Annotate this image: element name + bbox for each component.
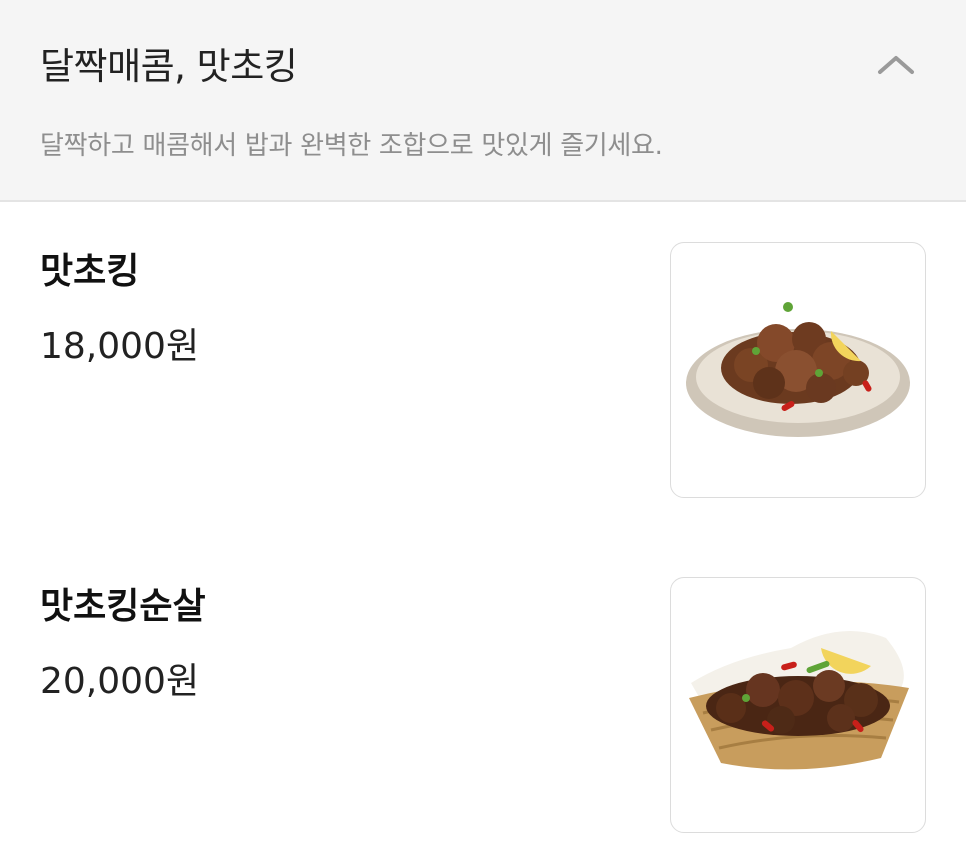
menu-item-image[interactable] [670, 577, 926, 833]
chicken-plate-image [686, 302, 910, 437]
menu-item-name: 맛초킹순살 [40, 586, 206, 627]
boneless-chicken-basket-image [689, 630, 909, 770]
chevron-up-icon [878, 56, 914, 74]
menu-item-price: 18,000원 [40, 326, 200, 367]
menu-screen: 달짝매콤, 맛초킹 달짝하고 매콤해서 밥과 완벽한 조합으로 맛있게 즐기세요… [0, 0, 966, 855]
menu-item-name: 맛초킹 [40, 251, 140, 292]
menu-item-image[interactable] [670, 242, 926, 498]
category-title: 달짝매콤, 맛초킹 [40, 45, 298, 88]
menu-item-price: 20,000원 [40, 661, 200, 702]
menu-item[interactable]: 맛초킹 18,000원 [0, 202, 966, 539]
category-description: 달짝하고 매콤해서 밥과 완벽한 조합으로 맛있게 즐기세요. [40, 131, 663, 161]
collapse-button[interactable] [866, 34, 926, 94]
category-header[interactable]: 달짝매콤, 맛초킹 달짝하고 매콤해서 밥과 완벽한 조합으로 맛있게 즐기세요… [0, 0, 966, 202]
menu-item[interactable]: 맛초킹순살 20,000원 [0, 537, 966, 855]
